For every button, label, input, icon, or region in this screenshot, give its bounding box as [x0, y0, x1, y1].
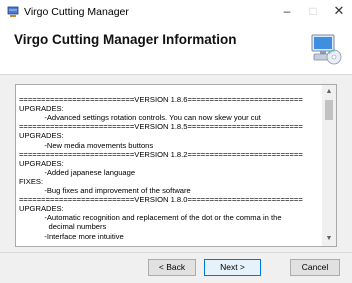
release-note-line: FIXES:	[19, 176, 44, 186]
release-note-line: -Interface more intuitive	[19, 231, 124, 241]
cancel-button[interactable]: Cancel	[290, 259, 340, 276]
release-note-line: -Added japanese language	[19, 167, 136, 177]
release-note-line: ==========================VERSION 1.8.2=…	[19, 149, 303, 159]
next-button[interactable]: Next >	[204, 259, 261, 276]
release-note-line: UPGRADES:	[19, 131, 64, 141]
release-note-line: UPGRADES:	[19, 158, 64, 168]
computer-cd-icon	[308, 32, 342, 66]
release-note-line: UPGRADES:	[19, 204, 64, 214]
app-icon	[7, 6, 19, 18]
release-notes-text: ==========================VERSION 1.8.6=…	[19, 86, 321, 246]
release-note-line: decimal numbers	[19, 222, 107, 232]
scroll-up-icon[interactable]: ▲	[322, 85, 336, 99]
release-note-line: UPGRADES:	[19, 104, 64, 114]
scroll-down-icon[interactable]: ▼	[322, 232, 336, 246]
release-note-line: ==========================VERSION 1.8.0=…	[19, 195, 303, 205]
release-note-line: -Bug fixes and improvement of the softwa…	[19, 186, 191, 196]
release-note-line: ==========================VERSION 1.8.6=…	[19, 95, 303, 105]
vertical-scrollbar[interactable]: ▲ ▼	[322, 85, 336, 246]
release-note-line: ==========================VERSION 1.8.5=…	[19, 122, 303, 132]
scroll-thumb[interactable]	[325, 100, 333, 120]
close-button[interactable]: ✕	[322, 0, 352, 24]
window-title: Virgo Cutting Manager	[24, 6, 129, 18]
back-button[interactable]: < Back	[148, 259, 196, 276]
release-note-line: -Advanced settings rotation controls. Yo…	[19, 113, 261, 123]
release-notes-box[interactable]: ==========================VERSION 1.8.6=…	[15, 84, 337, 247]
release-note-line: -New media movements buttons	[19, 140, 154, 150]
footer-divider	[0, 252, 352, 253]
title-bar: Virgo Cutting Manager – □ ✕	[0, 0, 352, 24]
page-title: Virgo Cutting Manager Information	[14, 32, 237, 47]
release-note-line: -Automatic recognition and replacement o…	[19, 213, 282, 223]
wizard-header: Virgo Cutting Manager Information	[0, 24, 352, 75]
